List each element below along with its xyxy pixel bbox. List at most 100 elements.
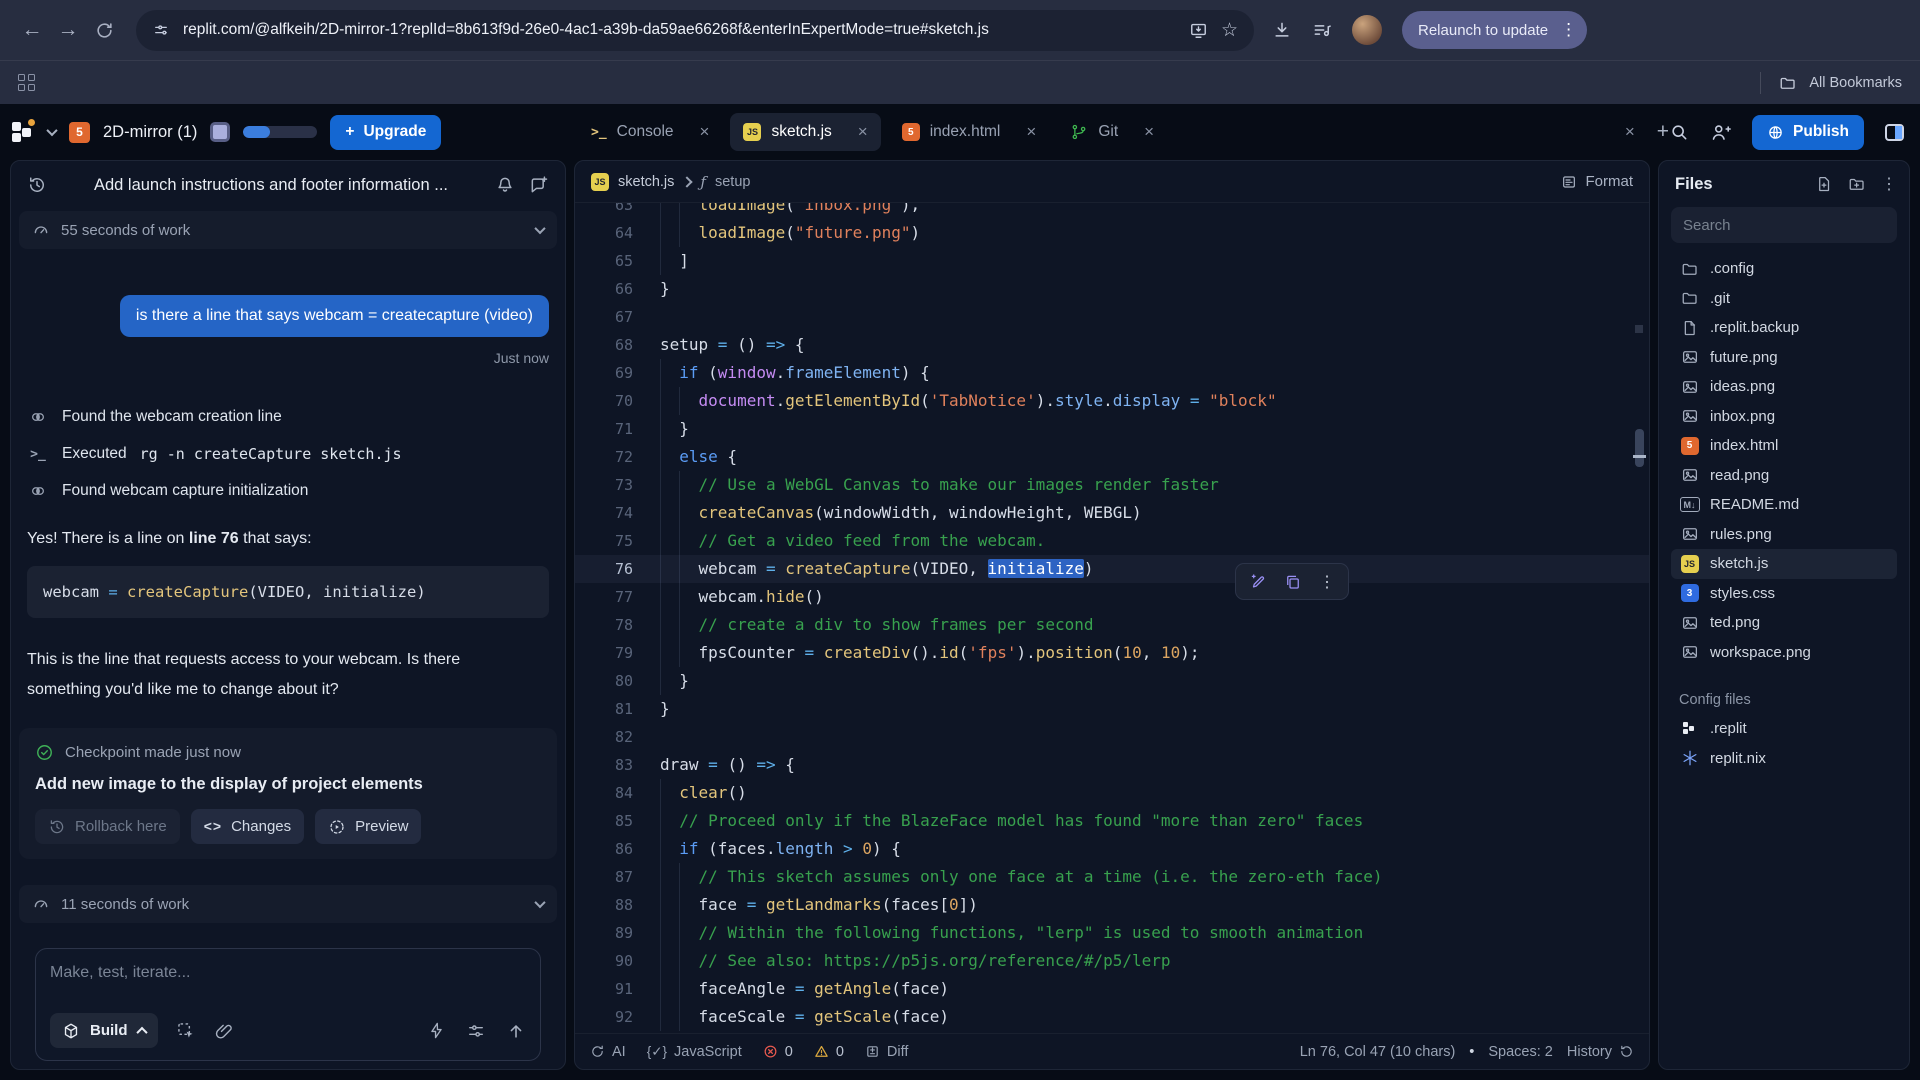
code-area[interactable]: 63loadImage("inbox.png"),64loadImage("fu… bbox=[575, 203, 1649, 1033]
copy-icon[interactable] bbox=[1284, 573, 1302, 591]
work-summary-bottom[interactable]: 11 seconds of work bbox=[19, 885, 557, 923]
close-icon[interactable]: × bbox=[1625, 122, 1635, 142]
code-line-75[interactable]: 75// Get a video feed from the webcam. bbox=[575, 527, 1649, 555]
attachment-icon[interactable] bbox=[214, 1021, 234, 1041]
downloads-icon[interactable] bbox=[1272, 20, 1292, 40]
code-line-73[interactable]: 73// Use a WebGL Canvas to make our imag… bbox=[575, 471, 1649, 499]
code-line-83[interactable]: 83draw = () => { bbox=[575, 751, 1649, 779]
code-line-90[interactable]: 90// See also: https://p5js.org/referenc… bbox=[575, 947, 1649, 975]
file-row-README.md[interactable]: M↓README.md bbox=[1671, 490, 1897, 520]
url-text[interactable]: replit.com/@alfkeih/2D-mirror-1?replId=8… bbox=[183, 21, 1176, 39]
code-line-66[interactable]: 66} bbox=[575, 275, 1649, 303]
code-line-70[interactable]: 70document.getElementById('TabNotice').s… bbox=[575, 387, 1649, 415]
code-line-91[interactable]: 91faceAngle = getAngle(face) bbox=[575, 975, 1649, 1003]
chevron-up-icon[interactable] bbox=[136, 1026, 147, 1037]
new-tab-icon[interactable]: + bbox=[1657, 120, 1669, 144]
file-row-sketch.js[interactable]: JSsketch.js bbox=[1671, 549, 1897, 579]
ai-status-button[interactable]: AI bbox=[590, 1044, 626, 1060]
new-file-icon[interactable] bbox=[1815, 175, 1833, 193]
history-button[interactable]: History bbox=[1567, 1044, 1634, 1060]
replit-logo[interactable] bbox=[12, 119, 35, 145]
layout-toggle-icon[interactable] bbox=[1885, 124, 1904, 141]
workspace-menu-chevron-icon[interactable] bbox=[46, 125, 57, 136]
chevron-down-icon[interactable] bbox=[534, 897, 545, 908]
close-icon[interactable]: × bbox=[700, 122, 710, 142]
reload-icon[interactable] bbox=[86, 12, 122, 48]
file-row-workspace.png[interactable]: workspace.png bbox=[1671, 638, 1897, 668]
scrollbar-thumb[interactable] bbox=[1635, 429, 1644, 467]
search-icon[interactable] bbox=[1669, 122, 1689, 142]
breadcrumb-symbol[interactable]: setup bbox=[715, 174, 750, 190]
tab-Console[interactable]: >_Console× bbox=[578, 113, 722, 151]
code-line-81[interactable]: 81} bbox=[575, 695, 1649, 723]
code-line-64[interactable]: 64loadImage("future.png") bbox=[575, 219, 1649, 247]
file-row-read.png[interactable]: read.png bbox=[1671, 461, 1897, 491]
code-line-85[interactable]: 85// Proceed only if the BlazeFace model… bbox=[575, 807, 1649, 835]
diff-button[interactable]: Diff bbox=[865, 1044, 909, 1060]
chat-history-icon[interactable] bbox=[27, 175, 47, 195]
upgrade-button[interactable]: + Upgrade bbox=[330, 115, 441, 150]
cursor-position[interactable]: Ln 76, Col 47 (10 chars) bbox=[1300, 1044, 1456, 1060]
close-icon[interactable]: × bbox=[1026, 122, 1036, 142]
tab-Git[interactable]: Git× bbox=[1057, 113, 1167, 151]
code-line-63[interactable]: 63loadImage("inbox.png"), bbox=[575, 203, 1649, 219]
app-window-icon[interactable] bbox=[210, 122, 230, 142]
more-options-icon[interactable]: ⋮ bbox=[1319, 572, 1335, 591]
code-line-87[interactable]: 87// This sketch assumes only one face a… bbox=[575, 863, 1649, 891]
code-line-84[interactable]: 84clear() bbox=[575, 779, 1649, 807]
tab-index.html[interactable]: 5index.html× bbox=[889, 113, 1050, 151]
publish-button[interactable]: Publish bbox=[1752, 115, 1864, 150]
code-line-88[interactable]: 88face = getLandmarks(faces[0]) bbox=[575, 891, 1649, 919]
breadcrumb-file[interactable]: sketch.js bbox=[618, 174, 674, 190]
rollback-here-button[interactable]: Rollback here bbox=[35, 809, 180, 844]
url-bar[interactable]: replit.com/@alfkeih/2D-mirror-1?replId=8… bbox=[136, 10, 1254, 51]
file-row-ideas.png[interactable]: ideas.png bbox=[1671, 372, 1897, 402]
code-line-74[interactable]: 74createCanvas(windowWidth, windowHeight… bbox=[575, 499, 1649, 527]
back-icon[interactable]: ← bbox=[14, 12, 50, 48]
element-select-icon[interactable] bbox=[176, 1021, 196, 1041]
files-menu-icon[interactable]: ⋮ bbox=[1881, 174, 1897, 194]
code-line-65[interactable]: 65] bbox=[575, 247, 1649, 275]
errors-indicator[interactable]: 0 bbox=[763, 1044, 793, 1060]
code-line-69[interactable]: 69if (window.frameElement) { bbox=[575, 359, 1649, 387]
chat-input-box[interactable]: Make, test, iterate... Build bbox=[35, 948, 541, 1061]
all-bookmarks-label[interactable]: All Bookmarks bbox=[1809, 75, 1902, 91]
new-chat-icon[interactable] bbox=[529, 175, 549, 195]
code-line-86[interactable]: 86if (faces.length > 0) { bbox=[575, 835, 1649, 863]
code-line-76[interactable]: 76webcam = createCapture(VIDEO, initiali… bbox=[575, 555, 1649, 583]
file-row-ted.png[interactable]: ted.png bbox=[1671, 608, 1897, 638]
warnings-indicator[interactable]: 0 bbox=[814, 1044, 844, 1060]
file-row-styles.css[interactable]: 3styles.css bbox=[1671, 579, 1897, 609]
ai-edit-icon[interactable] bbox=[1249, 573, 1267, 591]
code-line-92[interactable]: 92faceScale = getScale(face) bbox=[575, 1003, 1649, 1031]
site-settings-icon[interactable] bbox=[152, 21, 170, 39]
code-line-77[interactable]: 77webcam.hide() bbox=[575, 583, 1649, 611]
invite-user-icon[interactable] bbox=[1710, 122, 1731, 143]
chevron-down-icon[interactable] bbox=[534, 223, 545, 234]
file-row-inbox.png[interactable]: inbox.png bbox=[1671, 402, 1897, 432]
file-row-future.png[interactable]: future.png bbox=[1671, 343, 1897, 373]
code-line-68[interactable]: 68setup = () => { bbox=[575, 331, 1649, 359]
file-row-.git[interactable]: .git bbox=[1671, 284, 1897, 314]
close-icon[interactable]: × bbox=[858, 122, 868, 142]
tab-groups-icon[interactable] bbox=[18, 74, 35, 91]
install-app-icon[interactable] bbox=[1189, 21, 1208, 40]
file-row-.replit.backup[interactable]: .replit.backup bbox=[1671, 313, 1897, 343]
file-row-replit.nix[interactable]: replit.nix bbox=[1671, 744, 1897, 774]
code-line-78[interactable]: 78// create a div to show frames per sec… bbox=[575, 611, 1649, 639]
build-mode-button[interactable]: Build bbox=[50, 1013, 158, 1048]
profile-avatar[interactable] bbox=[1352, 15, 1382, 45]
close-icon[interactable]: × bbox=[1144, 122, 1154, 142]
code-line-79[interactable]: 79fpsCounter = createDiv().id('fps').pos… bbox=[575, 639, 1649, 667]
settings-sliders-icon[interactable] bbox=[466, 1021, 486, 1041]
code-line-82[interactable]: 82 bbox=[575, 723, 1649, 751]
changes-button[interactable]: <>Changes bbox=[191, 809, 304, 844]
notifications-bell-icon[interactable] bbox=[495, 175, 515, 195]
tab-sketch.js[interactable]: JSsketch.js× bbox=[730, 113, 880, 151]
file-row-rules.png[interactable]: rules.png bbox=[1671, 520, 1897, 550]
quick-actions-icon[interactable] bbox=[427, 1021, 446, 1040]
work-summary-top[interactable]: 55 seconds of work bbox=[19, 211, 557, 249]
code-line-80[interactable]: 80} bbox=[575, 667, 1649, 695]
spaces-indicator[interactable]: Spaces: 2 bbox=[1488, 1044, 1553, 1060]
forward-icon[interactable]: → bbox=[50, 12, 86, 48]
